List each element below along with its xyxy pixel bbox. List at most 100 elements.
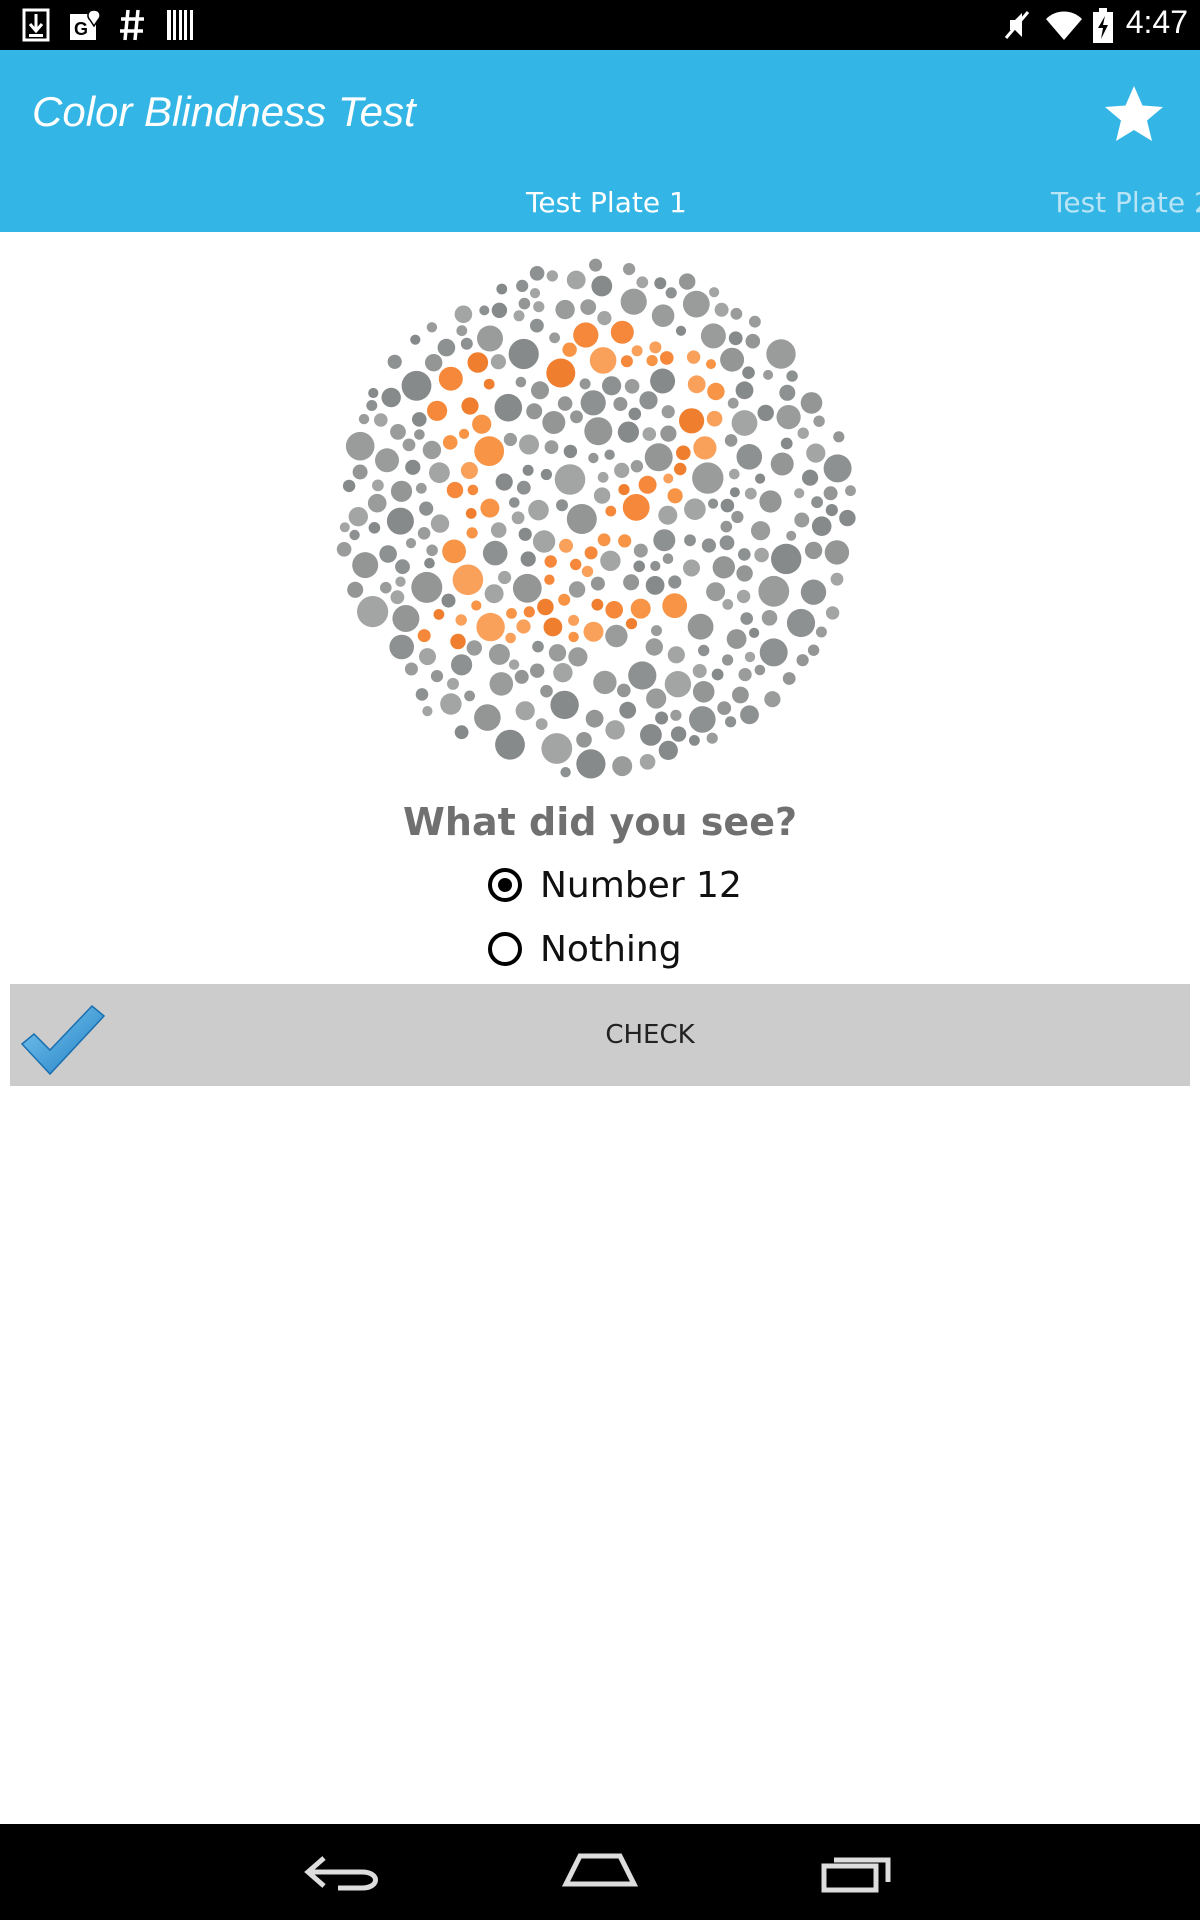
plate-dot-figure (676, 445, 691, 461)
plate-dot-figure (581, 565, 594, 578)
plate-dot (639, 391, 658, 410)
plate-dot (379, 545, 397, 563)
plate-dot (529, 266, 545, 281)
plate-dot (806, 443, 826, 463)
plate-dot (374, 413, 388, 427)
plate-dot (619, 701, 637, 719)
plate-dot (802, 469, 819, 486)
wifi-icon (1046, 11, 1082, 40)
plate-dot (447, 677, 459, 690)
plate-dot (605, 720, 625, 740)
recents-icon[interactable] (796, 1844, 916, 1900)
plate-dot (813, 415, 825, 427)
option-number-12[interactable]: Number 12 (488, 860, 742, 910)
plate-dot (556, 499, 568, 512)
plate-dot (670, 709, 682, 721)
tab-test-plate-1[interactable]: Test Plate 1 (526, 186, 687, 219)
plate-dot-figure (562, 342, 577, 357)
plate-dot (727, 397, 739, 409)
plate-dot (576, 749, 606, 779)
plate-dot-figure (618, 534, 632, 548)
plate-dot (653, 529, 676, 552)
plate-dot (650, 560, 661, 572)
check-button[interactable]: CHECK (10, 984, 1190, 1086)
plate-dot (454, 725, 469, 740)
tab-test-plate-2[interactable]: Test Plate 2 (1051, 186, 1200, 219)
plate-dot (749, 627, 760, 638)
plate-dot-figure (663, 473, 674, 484)
plate-dot (654, 277, 667, 290)
star-icon[interactable] (1102, 82, 1166, 146)
plate-dot (352, 464, 368, 480)
plate-dot (761, 610, 778, 626)
plate-dot (660, 425, 677, 442)
plate-dot-figure (544, 574, 555, 585)
plate-dot-figure (472, 414, 492, 434)
plate-dot (722, 599, 734, 610)
plate-dot (605, 624, 628, 648)
plate-dot (825, 606, 840, 620)
plate-dot (759, 638, 788, 667)
plate-dot-figure (693, 436, 717, 460)
plate-dot (613, 397, 628, 411)
home-icon[interactable] (540, 1844, 660, 1900)
plate-dot (419, 648, 436, 666)
plate-dot-figure (558, 593, 571, 606)
plate-dot-figure (584, 546, 598, 560)
plate-dot (511, 511, 525, 525)
plate-dot (417, 527, 431, 540)
plate-dot (424, 557, 435, 569)
plate-dot (811, 516, 832, 536)
plate-dot (530, 663, 545, 678)
plate-dot (580, 390, 606, 416)
plate-dot (530, 318, 544, 333)
plate-dot (387, 354, 402, 369)
plate-dot (640, 724, 662, 746)
option-label: Number 12 (540, 864, 742, 906)
plate-dot-figure (523, 606, 535, 618)
plate-dot (488, 643, 510, 665)
plate-dot (518, 527, 532, 541)
plate-dot (512, 573, 542, 603)
plate-dot (825, 504, 838, 517)
plate-dot (411, 571, 443, 603)
plate-dot-figure (480, 498, 500, 518)
plate-dot-figure (466, 527, 478, 539)
plate-dot (516, 279, 529, 292)
plate-dot (508, 338, 539, 370)
plate-dot-figure (417, 629, 431, 643)
plate-dot (593, 670, 617, 695)
plate-dot (724, 434, 738, 447)
plate-dot (474, 704, 501, 731)
plate-dot (664, 671, 692, 698)
plate-dot (585, 709, 604, 728)
back-icon[interactable] (284, 1844, 404, 1900)
plate-dot (336, 542, 352, 557)
plate-dot-figure (544, 555, 557, 568)
plate-dot-figure (706, 410, 723, 427)
plate-dot (623, 574, 640, 591)
radio-button-selected[interactable] (488, 868, 522, 902)
plate-dot (711, 668, 724, 681)
plate-dot-figure (589, 347, 617, 374)
plate-dot (426, 544, 438, 557)
plate-dot (345, 431, 375, 461)
plate-dot (709, 287, 720, 298)
plate-dot (794, 488, 805, 499)
plate-dot (366, 400, 378, 411)
plate-dot (519, 434, 539, 455)
download-icon (22, 8, 50, 42)
plate-dot (550, 690, 579, 720)
checkmark-icon (20, 1004, 106, 1076)
plate-dot (495, 729, 525, 760)
plate-dot (597, 471, 609, 483)
ishihara-plate-image (336, 258, 856, 779)
option-nothing[interactable]: Nothing (488, 924, 682, 974)
plate-dot (712, 556, 735, 579)
plate-dot-figure (438, 366, 463, 391)
plate-dot (770, 452, 794, 476)
plate-dot (642, 427, 657, 441)
plate-dot (720, 347, 745, 372)
radio-button[interactable] (488, 932, 522, 966)
plate-dot (490, 522, 507, 538)
